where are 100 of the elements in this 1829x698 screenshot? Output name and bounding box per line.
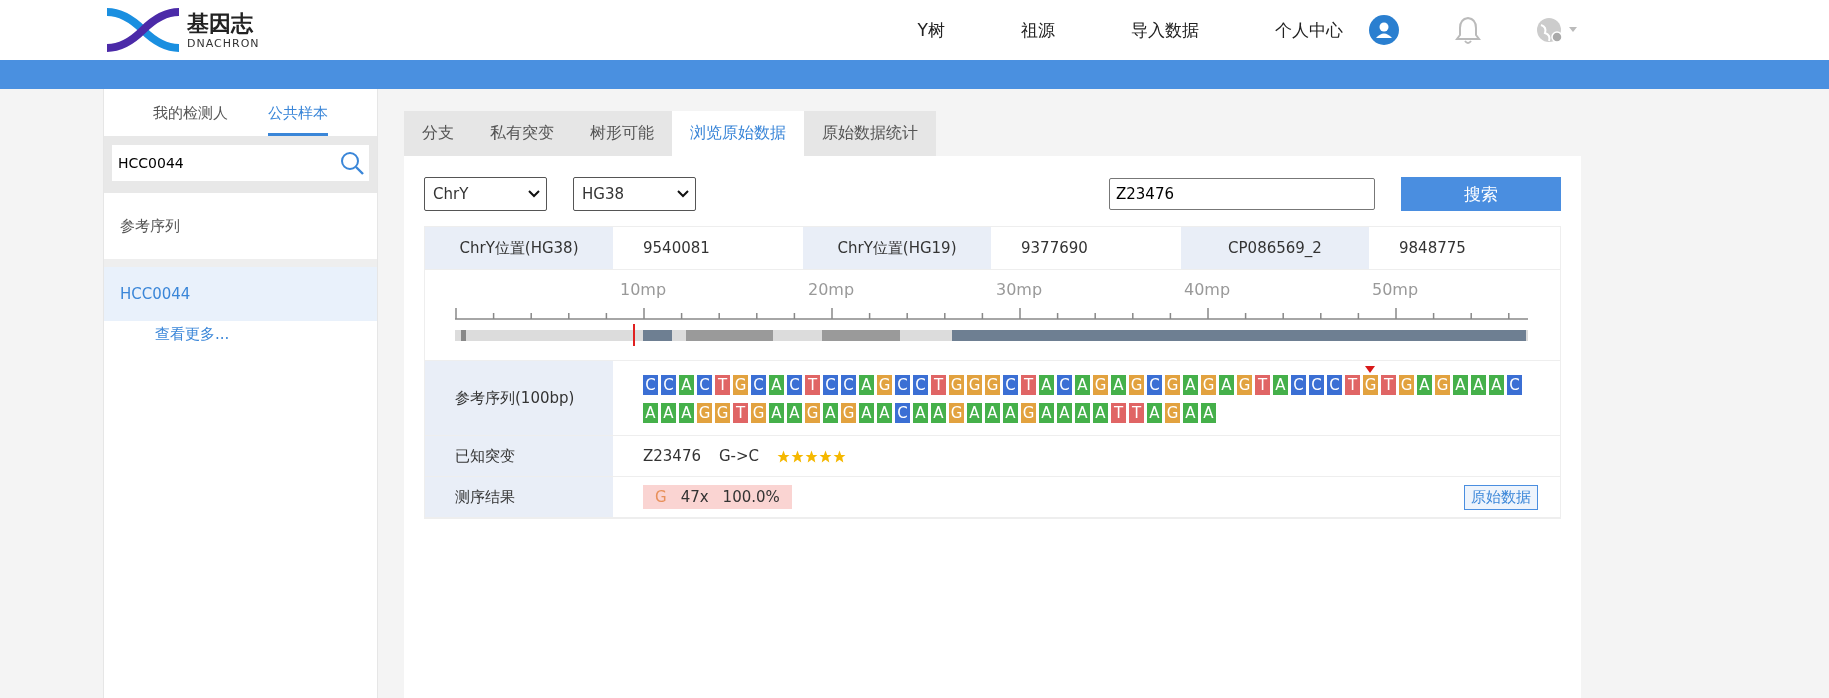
base-letter: G xyxy=(877,375,892,395)
base-letter: C xyxy=(1291,375,1306,395)
chevron-down-icon xyxy=(677,190,689,198)
position-label: ChrY位置(HG38) xyxy=(425,227,613,269)
base-letter: A xyxy=(1417,375,1432,395)
chromosome-select[interactable]: ChrY xyxy=(424,177,547,211)
base-letter: A xyxy=(679,403,694,423)
search-field[interactable]: HCC0044 xyxy=(112,145,369,181)
nav-link[interactable]: 祖源 xyxy=(1021,18,1055,42)
base-letter: G xyxy=(715,403,730,423)
axis-label: 40mp xyxy=(1183,280,1231,299)
base-letter: G xyxy=(949,375,964,395)
base-letter: T xyxy=(1021,375,1036,395)
base-letter: A xyxy=(1183,403,1198,423)
view-more-link[interactable]: 查看更多... xyxy=(104,321,377,344)
base-letter: A xyxy=(1075,403,1090,423)
user-avatar-icon[interactable] xyxy=(1369,15,1399,45)
base-letter: A xyxy=(859,375,874,395)
base-letter: A xyxy=(985,403,1000,423)
base-letter: T xyxy=(1111,403,1126,423)
base-letter: G xyxy=(751,403,766,423)
base-letter: A xyxy=(1219,375,1234,395)
nav-link[interactable]: 个人中心 xyxy=(1275,18,1343,42)
base-letter: A xyxy=(967,403,982,423)
base-letter: T xyxy=(1345,375,1360,395)
base-letter: T xyxy=(733,403,748,423)
row-label: 测序结果 xyxy=(425,477,613,517)
base-letter: C xyxy=(751,375,766,395)
base-letter: G xyxy=(1021,403,1036,423)
tab[interactable]: 原始数据统计 xyxy=(804,111,936,156)
base-letter: T xyxy=(1255,375,1270,395)
base-letter: A xyxy=(1093,403,1108,423)
position-value: 9377690 xyxy=(1020,238,1089,259)
chevron-down-icon xyxy=(528,190,540,198)
base-letter: A xyxy=(787,403,802,423)
base-letter: A xyxy=(1003,403,1018,423)
base-letter: G xyxy=(1435,375,1450,395)
result-base: G xyxy=(655,488,667,506)
position-value: 9540081 xyxy=(642,238,711,259)
star-icon xyxy=(833,449,847,463)
base-letter: T xyxy=(1381,375,1396,395)
nav-link[interactable]: Y树 xyxy=(917,18,945,42)
base-letter: G xyxy=(1201,375,1216,395)
tab[interactable]: 分支 xyxy=(404,111,472,156)
base-letter: A xyxy=(913,403,928,423)
base-letter: A xyxy=(1039,403,1054,423)
base-letter: G xyxy=(1399,375,1414,395)
base-letter: A xyxy=(1039,375,1054,395)
position-value: 9848775 xyxy=(1398,238,1467,259)
base-letter: A xyxy=(643,403,658,423)
base-letter: G xyxy=(1165,403,1180,423)
base-letter: C xyxy=(1003,375,1018,395)
base-letter: G xyxy=(841,403,856,423)
position-label: CP086569_2 xyxy=(1181,227,1369,269)
base-letter: T xyxy=(805,375,820,395)
logo-subtitle: DNACHRON xyxy=(187,36,260,50)
base-letter: A xyxy=(823,403,838,423)
base-letter: G xyxy=(1237,375,1252,395)
base-letter: A xyxy=(1075,375,1090,395)
base-letter: A xyxy=(1453,375,1468,395)
axis-label: 20mp xyxy=(807,280,855,299)
search-icon[interactable] xyxy=(340,151,364,175)
base-letter: C xyxy=(1309,375,1324,395)
query-input[interactable]: Z23476 xyxy=(1109,178,1375,210)
assembly-select[interactable]: HG38 xyxy=(573,177,696,211)
bell-icon[interactable] xyxy=(1455,15,1481,45)
sidebar-tab[interactable]: 我的检测人 xyxy=(153,104,228,136)
base-letter: C xyxy=(661,375,676,395)
base-letter: A xyxy=(1471,375,1486,395)
base-letter: A xyxy=(1273,375,1288,395)
base-letter: T xyxy=(1129,403,1144,423)
base-letter: T xyxy=(715,375,730,395)
base-letter: C xyxy=(1147,375,1162,395)
base-letter: G xyxy=(949,403,964,423)
raw-data-button[interactable]: 原始数据 xyxy=(1464,484,1538,510)
result-depth: 47x xyxy=(680,488,709,506)
mutation-name: Z23476 xyxy=(643,447,701,465)
base-letter: A xyxy=(1147,403,1162,423)
base-letter: A xyxy=(679,375,694,395)
base-letter: C xyxy=(643,375,658,395)
base-letter: C xyxy=(1057,375,1072,395)
nav-link[interactable]: 导入数据 xyxy=(1131,18,1199,42)
base-letter: G xyxy=(805,403,820,423)
row-label: 已知突变 xyxy=(425,436,613,476)
globe-dropdown-icon[interactable] xyxy=(1535,15,1579,45)
star-icon xyxy=(819,449,833,463)
axis-label: 50mp xyxy=(1371,280,1419,299)
tab[interactable]: 树形可能 xyxy=(572,111,672,156)
base-letter: A xyxy=(769,375,784,395)
base-letter: G xyxy=(697,403,712,423)
base-letter: A xyxy=(661,403,676,423)
axis-label: 30mp xyxy=(995,280,1043,299)
base-letter: C xyxy=(841,375,856,395)
base-letter: A xyxy=(931,403,946,423)
base-letter: C xyxy=(1327,375,1342,395)
base-letter: C xyxy=(787,375,802,395)
tab[interactable]: 私有突变 xyxy=(472,111,572,156)
star-icon xyxy=(791,449,805,463)
result-percent: 100.0% xyxy=(722,488,780,506)
tab[interactable]: 浏览原始数据 xyxy=(672,111,804,156)
